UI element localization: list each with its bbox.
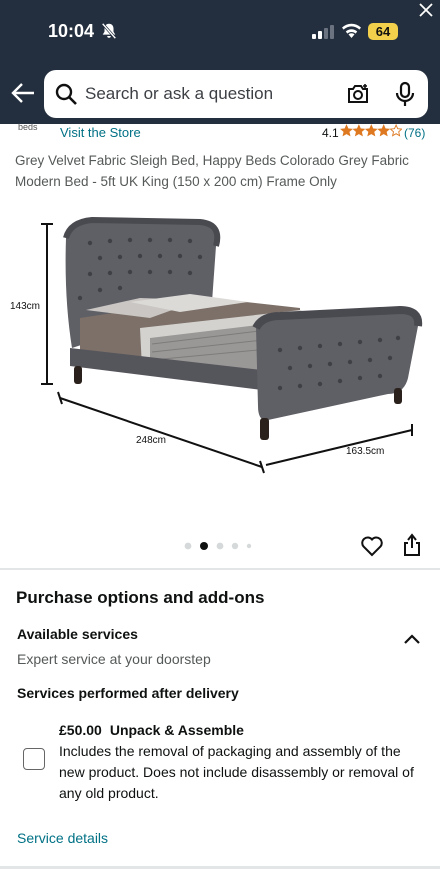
carousel-dot bbox=[200, 542, 208, 550]
service-option[interactable]: £50.00 Unpack & Assemble bbox=[59, 722, 244, 738]
service-price: £50.00 bbox=[59, 722, 102, 738]
product-image[interactable] bbox=[0, 198, 440, 528]
image-carousel-dots[interactable] bbox=[183, 541, 263, 551]
purchase-options-heading: Purchase options and add-ons bbox=[16, 588, 265, 607]
star-icon bbox=[352, 124, 366, 137]
visit-store-link[interactable]: Visit the Store bbox=[60, 125, 141, 140]
width-dimension-label: 163.5cm bbox=[346, 446, 385, 457]
rating-value: 4.1 bbox=[322, 126, 339, 140]
star-icon bbox=[340, 124, 353, 137]
search-input[interactable]: Search or ask a question bbox=[85, 84, 273, 104]
search-icon bbox=[55, 83, 77, 105]
share-icon[interactable] bbox=[402, 533, 422, 557]
carousel-dot bbox=[231, 542, 239, 550]
carousel-dot bbox=[184, 542, 192, 550]
back-arrow-icon[interactable] bbox=[10, 82, 36, 104]
brand-logo: beds bbox=[18, 122, 38, 132]
service-description: Includes the removal of packaging and as… bbox=[59, 743, 414, 801]
star-icon bbox=[364, 124, 378, 137]
length-dimension-label: 248cm bbox=[136, 435, 167, 446]
status-time: 10:04 bbox=[48, 21, 95, 41]
camera-icon[interactable] bbox=[346, 82, 370, 106]
service-details-link[interactable]: Service details bbox=[17, 830, 108, 846]
carousel-dot bbox=[246, 543, 252, 549]
review-count[interactable]: (76) bbox=[404, 126, 425, 140]
carousel-dot bbox=[216, 542, 224, 550]
close-icon[interactable] bbox=[418, 2, 434, 18]
heart-icon[interactable] bbox=[360, 535, 384, 557]
bell-slash-icon bbox=[101, 22, 117, 40]
star-icon bbox=[389, 124, 402, 137]
section-divider bbox=[0, 568, 440, 570]
product-title: Grey Velvet Fabric Sleigh Bed, Happy Bed… bbox=[15, 153, 409, 189]
height-dimension-label: 143cm bbox=[10, 301, 41, 312]
star-rating[interactable] bbox=[340, 124, 402, 138]
service-name: Unpack & Assemble bbox=[109, 722, 244, 738]
available-services-title[interactable]: Available services bbox=[17, 626, 138, 642]
star-icon bbox=[377, 124, 391, 137]
battery-indicator: 64 bbox=[368, 23, 398, 40]
available-services-subtitle: Expert service at your doorstep bbox=[17, 651, 211, 667]
mic-icon[interactable] bbox=[394, 81, 416, 107]
signal-icon bbox=[312, 25, 334, 39]
chevron-up-icon[interactable] bbox=[402, 632, 422, 646]
top-header: 10:04 64 Search or ask a question bbox=[0, 0, 440, 124]
service-checkbox[interactable] bbox=[23, 748, 45, 770]
search-bar[interactable]: Search or ask a question bbox=[44, 70, 428, 118]
wifi-icon bbox=[342, 23, 361, 38]
after-delivery-title: Services performed after delivery bbox=[17, 685, 239, 701]
